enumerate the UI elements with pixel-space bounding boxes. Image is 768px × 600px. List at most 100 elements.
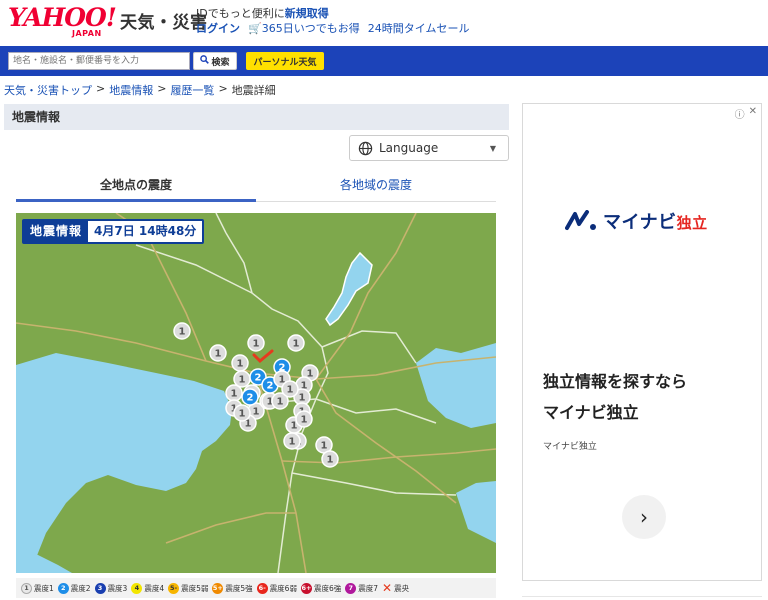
breadcrumb-separator: >	[218, 82, 228, 95]
deal-link[interactable]: 🛒365日いつでもお得	[248, 20, 360, 36]
breadcrumb: 天気・災害トップ > 地震情報 > 履歴一覧 > 地震詳細	[4, 82, 276, 98]
service-name[interactable]: 天気・災害	[120, 8, 208, 33]
map-canvas: 1111111111111111111111112222111	[16, 213, 496, 573]
shindo1-marker[interactable]: 1	[231, 354, 249, 372]
svg-text:2: 2	[247, 393, 254, 404]
chevron-down-icon: ▼	[489, 144, 496, 153]
legend-label: 震度1	[34, 583, 54, 593]
svg-text:1: 1	[327, 455, 334, 466]
globe-icon	[358, 141, 373, 155]
legend-label: 震度5強	[225, 583, 253, 593]
shindo1-marker[interactable]: 1	[233, 404, 251, 422]
search-bar: 検索 パーソナル天気	[0, 46, 768, 76]
svg-text:1: 1	[179, 327, 186, 338]
language-label: Language	[379, 141, 439, 155]
legend-item-shindo3: 3 震度3	[94, 582, 128, 594]
svg-text:1: 1	[287, 385, 294, 396]
legend-dot: 3	[94, 582, 106, 594]
svg-text:1: 1	[215, 349, 222, 360]
svg-text:1: 1	[301, 415, 308, 426]
legend-label: 震度4	[144, 583, 165, 593]
tab-by-region[interactable]: 各地域の震度	[256, 172, 496, 202]
legend-label: 震度3	[107, 583, 128, 593]
ad-info-icon[interactable]: ⓘ	[735, 106, 745, 121]
svg-text:1: 1	[293, 339, 300, 350]
ad-headline: 独立情報を探すなら マイナビ独立	[543, 366, 743, 428]
legend-dot: 7	[345, 582, 357, 594]
ad-headline-line2: マイナビ独立	[543, 403, 639, 422]
search-button-label: 検索	[211, 57, 230, 68]
logo-subtext: JAPAN	[72, 29, 102, 38]
legend-label: 震度6弱	[269, 583, 297, 593]
legend-dot: 5+	[212, 582, 224, 594]
legend-item-epicenter: ✕ 震央	[382, 581, 409, 595]
shindo1-marker[interactable]: 1	[295, 410, 313, 428]
legend-item-shindo6-lower: 6- 震度6弱	[256, 582, 297, 594]
tab-bar: 全地点の震度 各地域の震度	[16, 172, 496, 202]
svg-text:1: 1	[237, 359, 244, 370]
close-icon[interactable]: ✕	[749, 106, 757, 121]
breadcrumb-history[interactable]: 履歴一覧	[170, 82, 214, 98]
earthquake-map[interactable]: 1111111111111111111111112222111	[16, 213, 496, 573]
legend-item-shindo4: 4 震度4	[131, 582, 165, 594]
shindo1-marker[interactable]: 1	[173, 322, 191, 340]
search-icon	[200, 55, 210, 67]
breadcrumb-current: 地震詳細	[231, 84, 276, 97]
cart-icon: 🛒	[248, 22, 262, 35]
shindo1-marker[interactable]: 1	[247, 334, 265, 352]
ad-banner[interactable]: ⓘ ✕ マイナビ独立 独立情報を探すなら マイナビ独立 マイナビ独立 ›	[522, 103, 762, 581]
breadcrumb-separator: >	[96, 82, 106, 95]
svg-text:2: 2	[255, 373, 262, 384]
mynavi-mark-icon	[565, 210, 596, 230]
legend-item-shindo2: 2 震度2	[57, 582, 91, 594]
shindo1-marker[interactable]: 1	[283, 432, 301, 450]
tab-all-points[interactable]: 全地点の震度	[16, 172, 256, 202]
deal-label: 365日いつでもお得	[261, 22, 360, 35]
ad-controls: ⓘ ✕	[735, 106, 757, 121]
breadcrumb-separator: >	[157, 82, 167, 95]
site-header: YAHOO! JAPAN 天気・災害 IDでもっと便利に新規取得 ログイン 🛒3…	[0, 0, 768, 42]
ad-brand-name: マイナビ独立	[603, 208, 708, 234]
search-button[interactable]: 検索	[193, 52, 237, 70]
legend-item-shindo6-upper: 6+ 震度6強	[300, 582, 342, 594]
shindo1-marker[interactable]: 1	[209, 344, 227, 362]
legend-label: 震度5弱	[181, 583, 209, 593]
legend-dot: 6-	[256, 582, 268, 594]
register-link[interactable]: 新規取得	[285, 7, 329, 20]
shindo1-marker[interactable]: 1	[281, 380, 299, 398]
section-title: 地震情報	[4, 104, 509, 130]
svg-text:1: 1	[277, 397, 284, 408]
yahoo-japan-logo[interactable]: YAHOO! JAPAN	[8, 5, 118, 39]
svg-text:1: 1	[239, 375, 246, 386]
svg-text:1: 1	[253, 339, 260, 350]
ad-brand-logo: マイナビ独立	[565, 208, 708, 234]
legend-label: 震度2	[70, 583, 91, 593]
search-input[interactable]	[8, 52, 190, 70]
divider	[522, 596, 762, 597]
legend-label: 震度7	[358, 583, 379, 593]
breadcrumb-top[interactable]: 天気・災害トップ	[4, 82, 92, 98]
ad-sponsor: マイナビ独立	[543, 442, 597, 452]
shindo1-marker[interactable]: 1	[321, 450, 339, 468]
breadcrumb-earthquake[interactable]: 地震情報	[109, 82, 153, 98]
login-link[interactable]: ログイン	[196, 20, 240, 36]
legend-dot: 4	[131, 582, 143, 594]
legend-label: 震度6強	[313, 583, 342, 593]
shindo1-marker[interactable]: 1	[225, 384, 243, 402]
svg-text:1: 1	[321, 441, 328, 452]
svg-text:2: 2	[267, 381, 274, 392]
legend-item-shindo5-upper: 5+ 震度5強	[212, 582, 253, 594]
epicenter-x-icon: ✕	[382, 581, 393, 595]
language-select[interactable]: Language ▼	[349, 135, 509, 161]
legend-item-shindo7: 7 震度7	[345, 582, 379, 594]
legend-dot: 5-	[168, 582, 180, 594]
shindo2-marker[interactable]: 2	[241, 388, 259, 406]
svg-text:1: 1	[253, 407, 260, 418]
svg-text:1: 1	[289, 437, 296, 448]
ad-next-button[interactable]: ›	[622, 495, 666, 539]
timesale-link[interactable]: 24時間タイムセール	[368, 20, 470, 36]
legend-item-shindo1: 1 震度1	[21, 582, 54, 594]
shindo1-marker[interactable]: 1	[287, 334, 305, 352]
personal-weather-button[interactable]: パーソナル天気	[246, 52, 324, 70]
intensity-legend: 1 震度1 2 震度2 3 震度3 4 震度4 5- 震度5弱 5+ 震度5強 6- 震度6弱…	[16, 578, 496, 598]
